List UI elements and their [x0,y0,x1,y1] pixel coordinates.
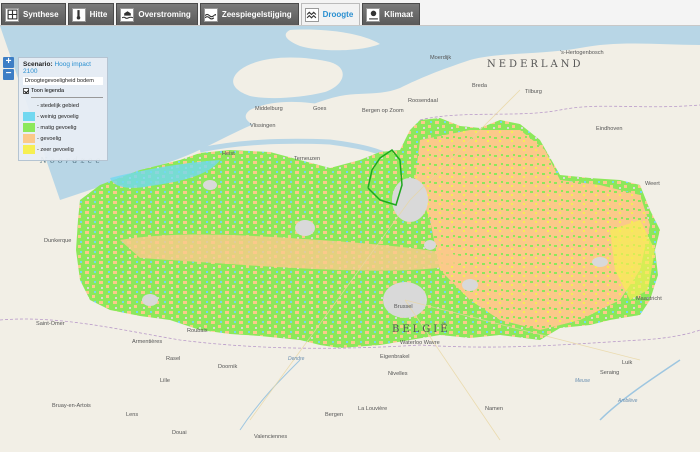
city-dunkerque: Dunkerque [44,238,72,244]
swatch-very [23,145,35,154]
legend-item-label: - matig gevoelig [37,124,77,131]
city-bergen: Bergen op Zoom [362,108,404,114]
river-meuse [599,359,681,421]
city-bergen-be: Bergen [325,412,344,418]
legend-toggle-label: Toon legenda [31,88,65,94]
legend-item-label: - gevoelig [37,135,62,142]
city-doornik: Doornik [218,364,238,370]
ghent-urban [295,220,315,236]
tab-label: Klimaat [384,10,414,19]
kortrijk-urban [142,294,158,306]
city-eindhoven: Eindhoven [596,126,623,132]
legend-item: - gevoelig [23,134,103,143]
legend-item: - weinig gevoelig [23,112,103,121]
country-label-nl: NEDERLAND [487,59,584,70]
zoom-control: + − [3,57,14,80]
tab-label: Droogte [322,10,354,19]
tab-synthese[interactable]: Synthese [1,3,66,25]
tab-droogte[interactable]: Droogte [300,3,361,25]
city-terneuzen: Terneuzen [294,156,321,162]
layer-title: Droogtegevoeligheid bodem [23,77,103,85]
legend-item-label: - stedelijk gebied [37,102,79,109]
checkbox-icon[interactable] [23,88,29,94]
swatch-medium [23,123,35,132]
zoom-in-button[interactable]: + [3,57,14,68]
city-tilburg: Tilburg [525,89,542,95]
hasselt-urban [592,257,608,267]
tab-label: Hitte [89,10,108,19]
legend-item: - zeer gevoelig [23,145,103,154]
mechelen-urban [424,240,436,250]
city-roubaix: Roubaix [187,328,208,334]
city-heist: Heist [222,151,235,157]
synthese-icon [5,7,19,22]
thermometer-icon [71,7,86,22]
tab-label: Zeespiegelstijging [221,10,292,19]
city-luik: Luik [622,360,633,366]
legend-toggle[interactable]: Toon legenda [23,88,103,94]
city-nivelles: Nivelles [388,371,408,377]
city-namen: Namen [485,406,504,412]
city-moerdijk: Moerdijk [430,55,452,61]
city-roosendaal: Roosendaal [408,98,438,104]
city-maastricht: Maastricht [636,296,662,302]
legend-item-label: - weinig gevoelig [37,113,79,120]
swatch-sensitive [23,134,35,143]
city-brussel: Brussel [394,304,413,310]
city-seraing: Seraing [600,370,620,376]
city-rasel: Rasel [166,356,181,362]
city-hertogenbosch: 's-Hertogenbosch [560,50,604,56]
tab-bar: Synthese Hitte Overstroming Zeespiegelst… [0,0,700,26]
sea-level-icon [203,7,218,22]
scenario-line: Scenario: Hoog impact 2100 [23,61,103,75]
city-breda: Breda [472,83,487,89]
legend-panel: Scenario: Hoog impact 2100 Droogtegevoel… [18,57,108,161]
river-scheldt [239,359,301,431]
swatch-low [23,112,35,121]
city-lille: Lille [160,378,170,384]
tab-label: Synthese [23,10,59,19]
city-bruay: Bruay-en-Artois [52,403,91,409]
city-waterloo: Waterloo Wavre [400,340,440,346]
city-goes: Goes [313,106,327,112]
city-la-louviere: La Louvière [358,406,388,412]
tab-label: Overstroming [138,10,191,19]
legend-item-label: - zeer gevoelig [37,146,74,153]
zoom-out-button[interactable]: − [3,69,14,80]
swatch-urban [23,101,35,110]
flood-icon [120,7,135,22]
legend-item: - stedelijk gebied [23,101,103,110]
city-armentieres: Armentières [132,339,163,345]
legend-item: - matig gevoelig [23,123,103,132]
tab-hitte[interactable]: Hitte [67,3,115,25]
river-label-meuse: Meuse [575,378,591,384]
tab-zeespiegelstijging[interactable]: Zeespiegelstijging [199,3,299,25]
climate-icon [366,7,381,22]
country-label-be: BELGIË [392,324,451,335]
city-eigenbrakel: Eigenbrakel [380,354,410,360]
leuven-urban [462,279,478,291]
city-saint-omer: Saint-Omer [36,321,65,327]
city-weert: Weert [645,181,660,187]
river-label-ambleve: Amblève [618,398,638,404]
scenario-label: Scenario: [23,61,53,68]
city-valenciennes: Valenciennes [254,434,288,440]
map-canvas[interactable]: + − Scenario: Hoog impact 2100 Droogtege… [0,26,700,452]
city-middelburg: Middelburg [255,106,283,112]
river-label-dendre: Dendre [288,356,305,362]
brugge-urban [203,180,217,190]
tab-overstroming[interactable]: Overstroming [116,3,198,25]
tab-klimaat[interactable]: Klimaat [362,3,421,25]
drought-icon [304,7,319,22]
border-nl [419,104,700,121]
city-vlissingen: Vlissingen [250,123,276,129]
city-douai: Douai [172,430,187,436]
city-lens: Lens [126,412,139,418]
divider [31,97,103,98]
